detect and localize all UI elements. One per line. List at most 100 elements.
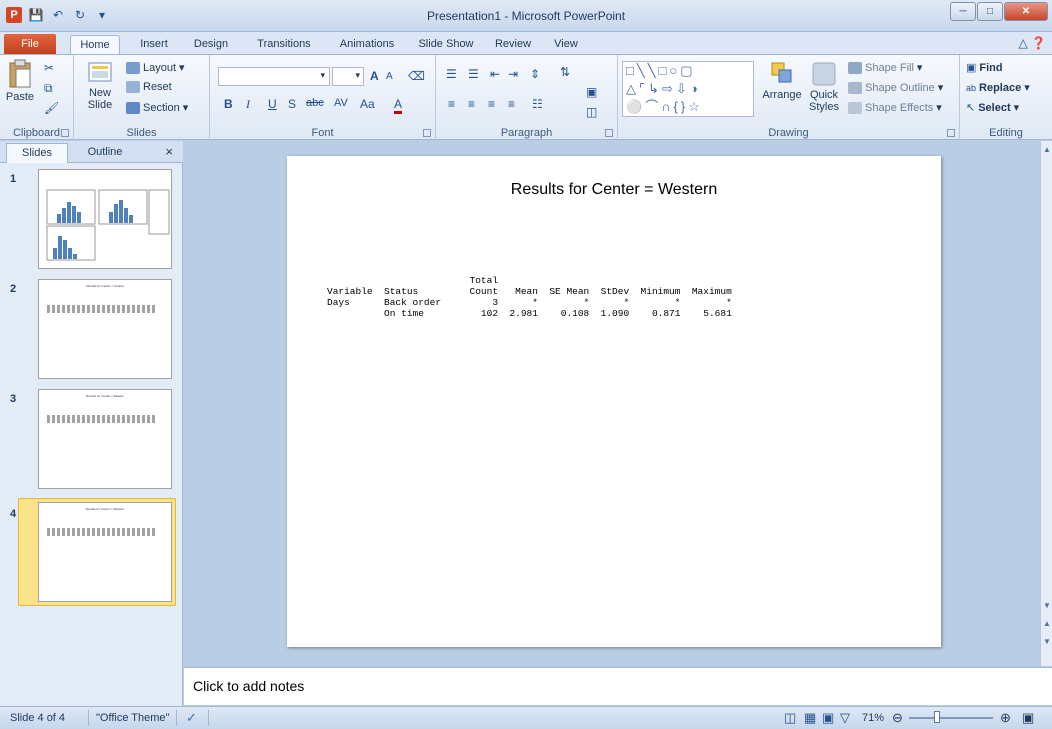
reset-button[interactable]: Reset (126, 81, 172, 93)
notes-pane[interactable]: Click to add notes (184, 667, 1052, 705)
slide-thumbnail-1[interactable] (38, 169, 172, 269)
slide-sorter-icon[interactable]: ▦ (804, 710, 816, 726)
font-label: Font (311, 127, 334, 139)
close-panel-icon[interactable]: × (165, 144, 173, 159)
shape-effects-icon (848, 101, 862, 114)
replace-icon: ab (966, 82, 977, 93)
font-color-button[interactable]: A (394, 97, 403, 114)
increase-indent-icon[interactable]: ⇥ (508, 67, 518, 81)
tab-design[interactable]: Design (188, 35, 234, 54)
zoom-level[interactable]: 71% (862, 712, 884, 724)
maximize-button[interactable]: □ (977, 2, 1003, 21)
tab-slide-show[interactable]: Slide Show (412, 35, 480, 54)
strikethrough-button[interactable]: abc (306, 97, 324, 109)
zoom-in-icon[interactable]: ⊕ (1000, 710, 1011, 726)
slide-thumbnail-3[interactable]: Results for Center = Eastern (38, 389, 172, 489)
shape-effects-button[interactable]: Shape Effects ▾ (848, 101, 942, 114)
smartart-icon[interactable]: ◫ (586, 105, 597, 119)
normal-view-icon[interactable]: ◫ (784, 710, 796, 726)
find-button[interactable]: ▣ Find (966, 61, 1003, 75)
status-bar: Slide 4 of 4 "Office Theme" ✓ ◫ ▦ ▣ ▽ 71… (0, 706, 1052, 729)
bullets-icon[interactable]: ☰ (446, 67, 457, 81)
shrink-font-icon[interactable]: A (386, 71, 393, 82)
close-button[interactable]: ✕ (1004, 2, 1048, 21)
drawing-label: Drawing (768, 127, 809, 139)
line-spacing-icon[interactable]: ⇕ (530, 67, 540, 81)
tab-slides-panel[interactable]: Slides (6, 143, 68, 163)
scroll-up-icon: ▲ (1043, 145, 1051, 154)
tab-review[interactable]: Review (490, 35, 536, 54)
reading-view-icon[interactable]: ▣ (822, 710, 834, 726)
ribbon-tabs: File Home Insert Design Transitions Anim… (0, 32, 1052, 54)
shapes-gallery[interactable]: □ ╲ ╲ □ ○ ▢ △ ⌜ ↳ ⇨ ⇩ ◑ ⚪ ⌒ ∩{} ☆ (622, 61, 754, 117)
center-icon[interactable]: ≡ (468, 97, 475, 111)
format-painter-icon[interactable]: 🖌 (44, 101, 59, 115)
align-text-icon[interactable]: ▣ (586, 85, 597, 99)
tab-home[interactable]: Home (70, 35, 120, 54)
fit-to-window-icon[interactable]: ▣ (1022, 710, 1034, 726)
shape-fill-icon (848, 61, 862, 74)
underline-button[interactable]: U (268, 97, 277, 111)
paste-icon (9, 59, 31, 88)
italic-button[interactable]: I (246, 97, 250, 112)
tab-animations[interactable]: Animations (332, 35, 402, 54)
cut-icon[interactable]: ✂ (44, 61, 54, 75)
tab-view[interactable]: View (548, 35, 584, 54)
slides-group: New Slide Layout ▾ Reset Section ▾ Slides (74, 55, 210, 141)
font-family-select[interactable]: ▾ (218, 67, 330, 86)
bold-button[interactable]: B (224, 97, 233, 111)
tab-outline-panel[interactable]: Outline (72, 143, 138, 163)
tab-transitions[interactable]: Transitions (248, 35, 320, 54)
clipboard-launcher[interactable] (61, 129, 69, 137)
slide-editing-area: Results for Center = Western Total Varia… (184, 141, 1040, 666)
new-slide-button[interactable]: New Slide (80, 59, 120, 111)
shape-outline-button[interactable]: Shape Outline ▾ (848, 81, 943, 94)
shadow-button[interactable]: S (288, 97, 296, 111)
arrange-button[interactable]: Arrange (760, 61, 804, 101)
columns-icon[interactable]: ☷ (532, 97, 543, 111)
font-launcher[interactable] (423, 129, 431, 137)
slide-thumbnail-4[interactable]: Results for Center = Western (38, 502, 172, 602)
shape-fill-button[interactable]: Shape Fill ▾ (848, 61, 922, 74)
slide-title[interactable]: Results for Center = Western (287, 181, 941, 199)
zoom-out-icon[interactable]: ⊖ (892, 710, 903, 726)
minimize-button[interactable]: ─ (950, 2, 976, 21)
tab-file[interactable]: File (4, 34, 56, 54)
statistics-table[interactable]: Total Variable Status Count Mean SE Mean… (327, 275, 732, 319)
spelling-check-icon[interactable]: ✓ (186, 710, 197, 726)
theme-name[interactable]: "Office Theme" (96, 712, 169, 724)
change-case-button[interactable]: Aa (360, 97, 375, 111)
numbering-icon[interactable]: ☰ (468, 67, 479, 81)
copy-icon[interactable]: ⧉ (44, 81, 53, 96)
align-right-icon[interactable]: ≡ (488, 97, 495, 111)
font-size-select[interactable]: ▾ (332, 67, 364, 86)
layout-button[interactable]: Layout ▾ (126, 61, 185, 74)
clear-formatting-icon[interactable]: ⌫ (408, 69, 425, 83)
zoom-slider[interactable] (909, 717, 993, 719)
character-spacing-icon[interactable]: AV (334, 97, 348, 109)
text-direction-icon[interactable]: ⇅ (560, 65, 570, 79)
current-slide[interactable]: Results for Center = Western Total Varia… (287, 156, 941, 647)
slide-thumbnail-2[interactable]: Results for Center = Central (38, 279, 172, 379)
replace-button[interactable]: ab Replace ▾ (966, 81, 1030, 95)
ribbon: Paste ✂ ⧉ 🖌 Clipboard New Slide Layout ▾ … (0, 54, 1052, 141)
slideshow-view-icon[interactable]: ▽ (840, 710, 850, 726)
notes-placeholder[interactable]: Click to add notes (193, 678, 304, 694)
tab-insert[interactable]: Insert (130, 35, 178, 54)
help-icon[interactable]: △ ❓ (1018, 36, 1046, 50)
vertical-scrollbar[interactable]: ▲ ▼ ▲ ▼ (1040, 141, 1052, 666)
arrange-icon (771, 62, 792, 83)
drawing-launcher[interactable] (947, 129, 955, 137)
section-button[interactable]: Section ▾ (126, 101, 188, 114)
paste-button[interactable]: Paste (4, 59, 36, 103)
select-button[interactable]: ↖ Select ▾ (966, 101, 1019, 115)
quick-styles-button[interactable]: Quick Styles (804, 61, 844, 113)
grow-font-icon[interactable]: A (370, 69, 379, 83)
align-left-icon[interactable]: ≡ (448, 97, 455, 111)
justify-icon[interactable]: ≡ (508, 97, 515, 111)
decrease-indent-icon[interactable]: ⇤ (490, 67, 500, 81)
new-slide-icon (88, 62, 112, 82)
shape-outline-icon (848, 81, 862, 94)
zoom-slider-thumb[interactable] (934, 711, 940, 723)
paragraph-launcher[interactable] (605, 129, 613, 137)
